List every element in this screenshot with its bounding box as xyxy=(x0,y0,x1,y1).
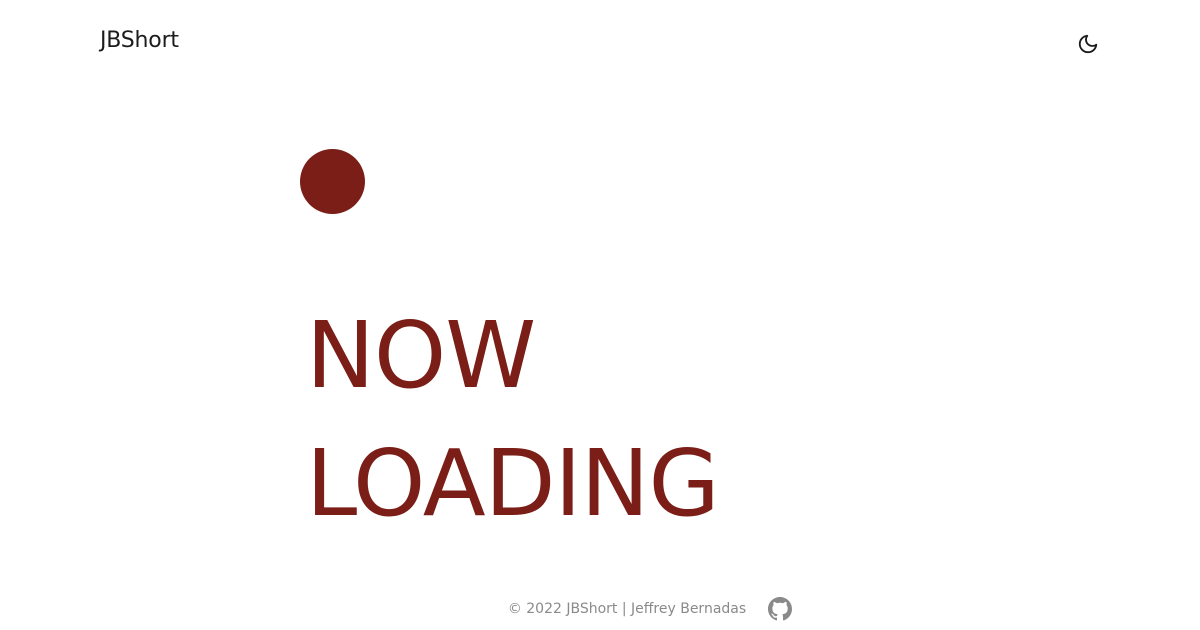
loading-line-now: NOW xyxy=(306,302,536,409)
loading-dot xyxy=(300,149,365,214)
github-link[interactable] xyxy=(768,597,793,621)
footer-copyright: © 2022 JBShort | Jeffrey Bernadas xyxy=(507,601,747,617)
theme-toggle-button[interactable] xyxy=(1074,30,1102,58)
page: JBShort NOW LOADING © 2022 JBShort | Jef… xyxy=(0,0,1200,630)
footer: © 2022 JBShort | Jeffrey Bernadas xyxy=(0,594,1200,624)
moon-icon xyxy=(1078,34,1098,54)
github-icon xyxy=(768,597,793,621)
brand-link[interactable]: JBShort xyxy=(100,28,179,53)
loading-line-loading: LOADING xyxy=(306,430,720,537)
loading-heading: NOW LOADING xyxy=(306,292,720,548)
